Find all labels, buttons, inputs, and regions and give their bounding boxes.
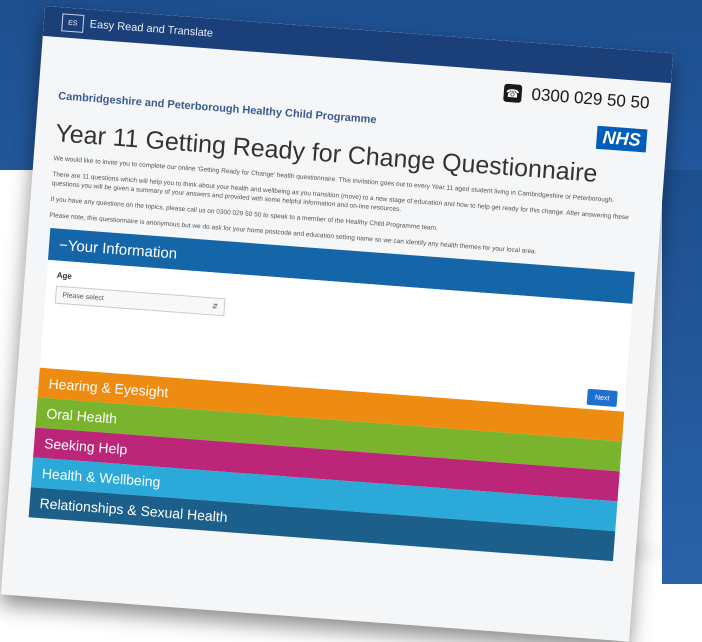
section-label: Relationships & Sexual Health [39, 495, 229, 526]
nhs-logo: NHS [595, 125, 648, 152]
easy-read-link[interactable]: Easy Read and Translate [89, 18, 213, 39]
questionnaire-screenshot: ES Easy Read and Translate ☎ 0300 029 50… [0, 6, 674, 642]
age-select-value: Please select [62, 291, 105, 302]
easy-read-icon[interactable]: ES [61, 13, 85, 33]
phone-icon: ☎ [502, 83, 523, 103]
next-button[interactable]: Next [586, 388, 618, 407]
section-label: −Your Information [58, 236, 178, 263]
section-label: Seeking Help [43, 435, 128, 458]
section-label: Oral Health [45, 405, 118, 427]
section-label: Health & Wellbeing [41, 465, 162, 490]
section-label: Hearing & Eyesight [48, 375, 169, 401]
phone-number[interactable]: 0300 029 50 50 [531, 85, 650, 114]
select-arrows-icon: ⇵ [211, 303, 219, 311]
